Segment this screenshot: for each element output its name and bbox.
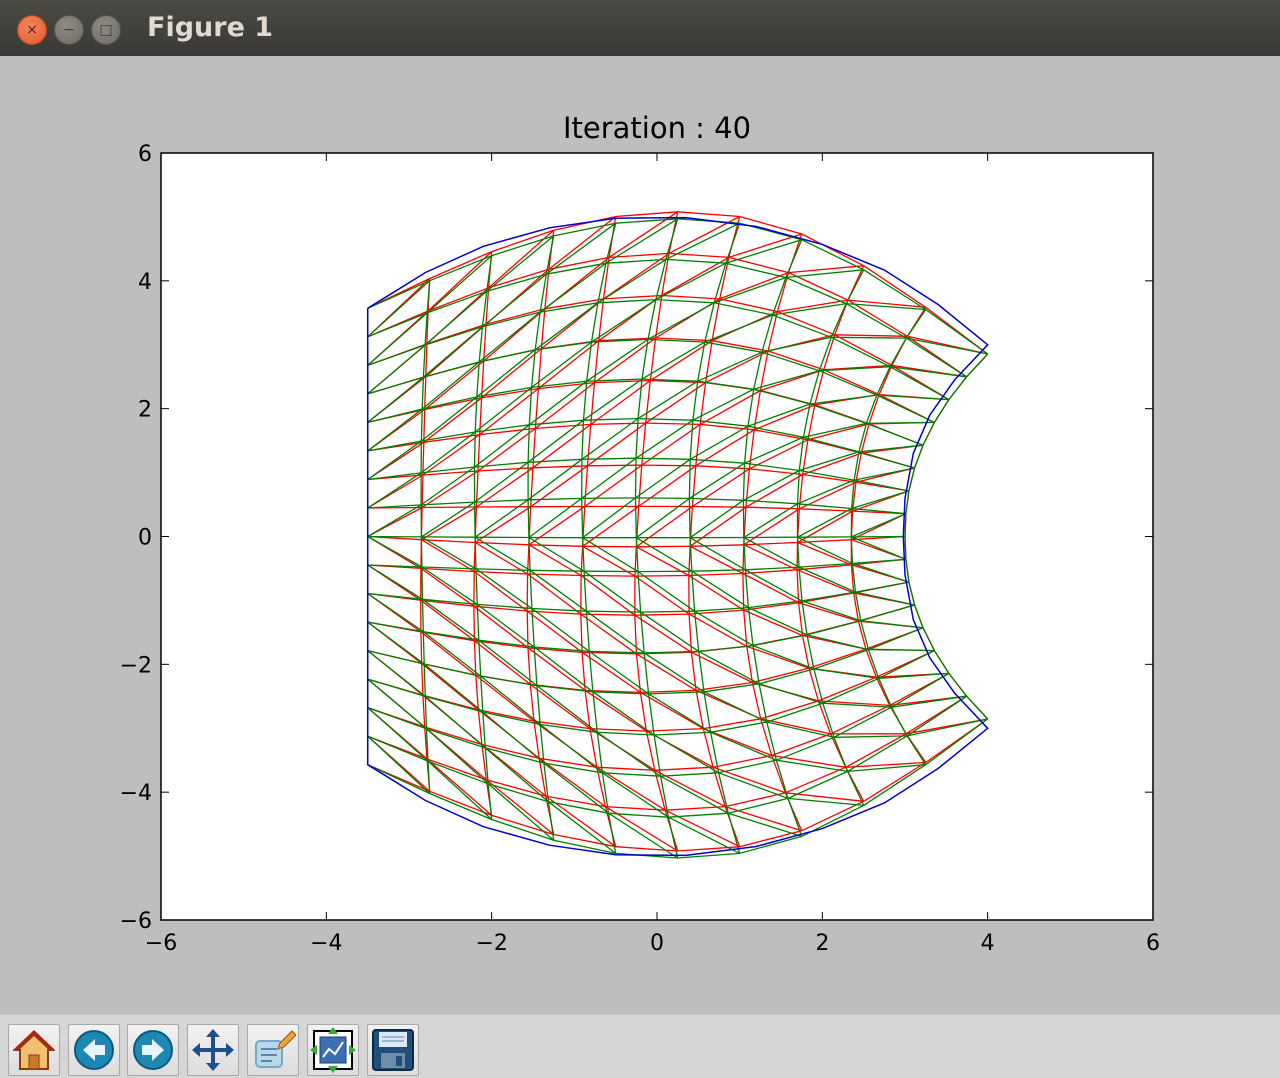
move-arrows-icon xyxy=(192,1029,234,1071)
home-icon xyxy=(12,1030,56,1070)
green-mesh-horizontal-edge xyxy=(530,569,585,572)
x-tick-label: 6 xyxy=(1146,931,1160,956)
red-mesh-vertical-edge xyxy=(423,409,426,443)
zoom-rect-icon xyxy=(255,1030,296,1068)
y-tick-label: −6 xyxy=(120,909,152,934)
red-mesh-vertical-edge xyxy=(420,631,423,664)
green-mesh-horizontal-edge xyxy=(586,610,641,613)
red-mesh-vertical-edge xyxy=(422,442,425,476)
green-mesh-vertical-edge xyxy=(688,459,691,499)
x-tick-label: −4 xyxy=(310,931,342,956)
zoom-button[interactable] xyxy=(247,1024,299,1076)
save-button[interactable] xyxy=(367,1024,419,1076)
y-tick-label: 4 xyxy=(138,270,152,295)
y-tick-label: 0 xyxy=(138,526,152,551)
maximize-window-button[interactable]: □ xyxy=(91,15,121,45)
y-tick-label: −4 xyxy=(120,781,152,806)
configure-subplots-button[interactable] xyxy=(307,1024,359,1076)
green-mesh-vertical-edge xyxy=(473,431,476,468)
y-tick-label: 2 xyxy=(138,398,152,423)
green-mesh-vertical-edge xyxy=(634,497,637,538)
back-arrow-icon xyxy=(74,1030,114,1070)
green-mesh-diagonal-edge xyxy=(831,336,907,339)
y-tick-label: 6 xyxy=(138,142,152,167)
red-mesh-horizontal-edge xyxy=(422,506,477,509)
red-mesh-horizontal-edge xyxy=(636,545,691,548)
green-mesh-vertical-edge xyxy=(421,566,424,600)
plot-svg: −6 −4 −2 0 2 4 6 −6 −4 −2 0 2 4 6 Iteration : 40 xyxy=(120,111,1160,956)
green-mesh-vertical-edge xyxy=(904,536,907,560)
green-mesh-vertical-edge xyxy=(527,499,530,538)
red-mesh-vertical-edge xyxy=(421,474,424,508)
red-mesh-horizontal-edge xyxy=(641,464,696,467)
green-mesh-vertical-edge xyxy=(581,498,584,538)
forward-arrow-icon xyxy=(133,1030,173,1070)
red-mesh-horizontal-edge xyxy=(692,505,746,508)
green-mesh-vertical-edge xyxy=(473,502,476,538)
forward-button[interactable] xyxy=(127,1024,179,1076)
green-mesh-vertical-edge xyxy=(420,408,423,442)
figure-canvas: −6 −4 −2 0 2 4 6 −6 −4 −2 0 2 4 6 Iteration : 40 xyxy=(0,56,1280,1014)
back-button[interactable] xyxy=(68,1024,120,1076)
floppy-disk-icon xyxy=(372,1029,414,1071)
x-tick-label: 0 xyxy=(650,931,664,956)
green-mesh-horizontal-edge xyxy=(640,610,695,613)
green-mesh-vertical-edge xyxy=(634,458,637,498)
window-title: Figure 1 xyxy=(147,12,274,43)
green-mesh-vertical-edge xyxy=(422,631,425,665)
close-window-button[interactable]: × xyxy=(17,15,47,45)
red-mesh-horizontal-edge xyxy=(587,464,642,467)
window-titlebar: × − □ Figure 1 xyxy=(0,0,1280,56)
green-mesh-horizontal-edge xyxy=(581,497,636,500)
x-tick-label: −6 xyxy=(145,931,177,956)
x-tick-label: −2 xyxy=(475,931,507,956)
subplots-icon xyxy=(310,1027,356,1073)
home-button[interactable] xyxy=(8,1024,60,1076)
green-mesh-vertical-edge xyxy=(421,599,424,632)
minimize-window-button[interactable]: − xyxy=(54,15,84,45)
green-mesh-vertical-edge xyxy=(474,537,477,569)
pan-button[interactable] xyxy=(187,1024,239,1076)
green-mesh-vertical-edge xyxy=(420,536,423,568)
red-mesh-vertical-edge xyxy=(473,606,476,641)
y-tick-label: −2 xyxy=(120,653,152,678)
chart-title: Iteration : 40 xyxy=(563,111,751,145)
x-tick-label: 2 xyxy=(815,931,829,956)
red-mesh-horizontal-edge xyxy=(582,545,637,548)
navigation-toolbar xyxy=(0,1014,1280,1078)
green-mesh-vertical-edge xyxy=(688,498,691,538)
green-mesh-horizontal-edge xyxy=(635,497,690,500)
x-tick-label: 4 xyxy=(981,931,995,956)
green-mesh-vertical-edge xyxy=(904,513,907,537)
